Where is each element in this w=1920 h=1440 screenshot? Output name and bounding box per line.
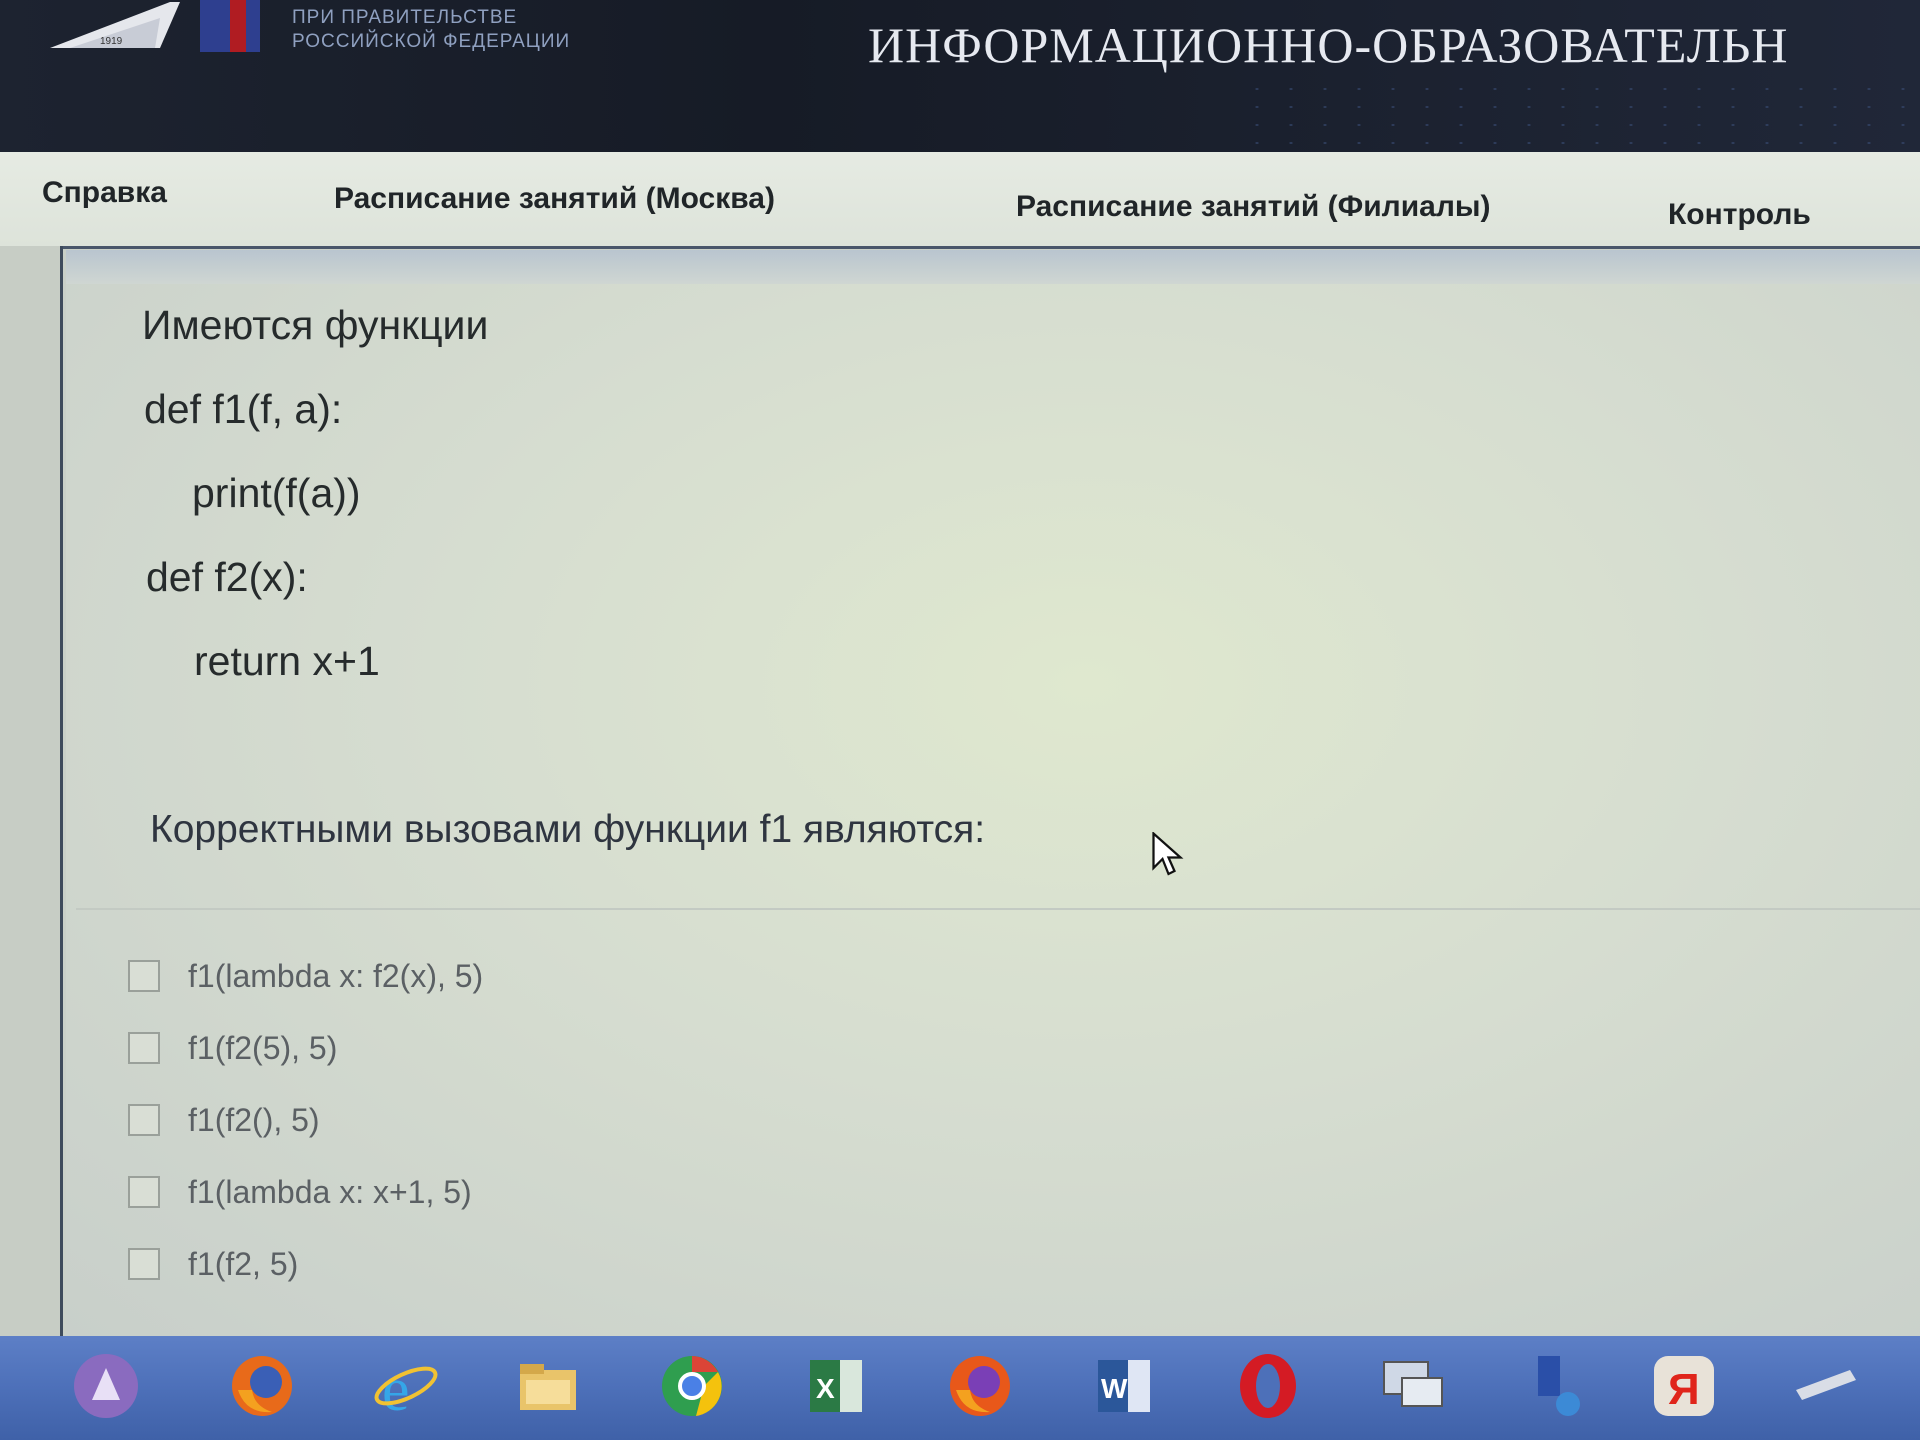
nav-schedule-moscow[interactable]: Расписание занятий (Москва) [334,182,775,216]
firefox-icon[interactable] [226,1350,298,1422]
mouse-cursor-icon [1152,832,1184,876]
code-line: print(f(a)) [192,470,361,516]
nav-help[interactable]: Справка [42,176,167,210]
panel-header-bar [66,250,1920,284]
svg-text:1919: 1919 [100,36,123,47]
answer-checkbox[interactable] [128,1104,160,1136]
answer-checkbox[interactable] [128,960,160,992]
remote-desktop-icon[interactable] [1376,1350,1448,1422]
answer-label: f1(f2, 5) [188,1245,299,1282]
answer-option[interactable]: f1(f2(), 5) [128,1100,320,1140]
answer-label: f1(lambda x: x+1, 5) [188,1173,472,1210]
nav-schedule-branches[interactable]: Расписание занятий (Филиалы) [1016,190,1491,224]
university-name: ПРИ ПРАВИТЕЛЬСТВЕ РОССИЙСКОЙ ФЕДЕРАЦИИ [292,7,571,52]
excel-icon[interactable]: X [800,1350,872,1422]
svg-text:X: X [816,1373,835,1404]
network-icon[interactable] [1520,1350,1592,1422]
nav-control[interactable]: Контроль [1668,198,1811,232]
answer-label: f1(lambda x: f2(x), 5) [188,957,484,994]
answer-label: f1(f2(5), 5) [188,1029,338,1066]
answer-checkbox[interactable] [128,1032,160,1064]
firefox-icon[interactable] [944,1350,1016,1422]
answer-checkbox[interactable] [128,1176,160,1208]
word-icon[interactable]: W [1088,1350,1160,1422]
question-panel: Имеются функции def f1(f, a): print(f(a)… [66,250,1920,1336]
question-intro: Имеются функции [142,302,489,348]
left-rail [0,246,63,1336]
svg-text:Я: Я [1668,1365,1700,1414]
svg-text:W: W [1101,1373,1128,1404]
code-line: return x+1 [194,638,380,684]
question-prompt: Корректными вызовами функции f1 являются… [150,808,986,851]
yandex-browser-icon[interactable]: Я [1648,1350,1720,1422]
start-orb-icon[interactable] [70,1350,142,1422]
site-header: 1919 ПРИ ПРАВИТЕЛЬСТВЕ РОССИЙСКОЙ ФЕДЕРА… [0,0,1920,152]
code-line: def f1(f, a): [144,386,343,432]
header-decoration [1240,80,1920,150]
svg-text:e: e [382,1356,410,1422]
taskbar: e X W Я [0,1336,1920,1440]
portal-title: ИНФОРМАЦИОННО-ОБРАЗОВАТЕЛЬН [868,17,1789,73]
opera-icon[interactable] [1232,1350,1304,1422]
divider [76,908,1920,910]
answer-checkbox[interactable] [128,1248,160,1280]
chrome-icon[interactable] [656,1350,728,1422]
answer-label: f1(f2(), 5) [188,1101,320,1138]
code-line: def f2(x): [146,554,308,600]
answer-option[interactable]: f1(lambda x: f2(x), 5) [128,956,483,996]
main-nav: Справка Расписание занятий (Москва) Расп… [0,152,1920,249]
answer-option[interactable]: f1(lambda x: x+1, 5) [128,1172,472,1212]
file-explorer-icon[interactable] [512,1350,584,1422]
internet-explorer-icon[interactable]: e [370,1350,442,1424]
university-logo: 1919 [50,2,180,48]
app-icon[interactable] [1790,1350,1862,1422]
answer-option[interactable]: f1(f2, 5) [128,1244,298,1284]
logo-flag-red [230,0,246,52]
answer-option[interactable]: f1(f2(5), 5) [128,1028,337,1068]
